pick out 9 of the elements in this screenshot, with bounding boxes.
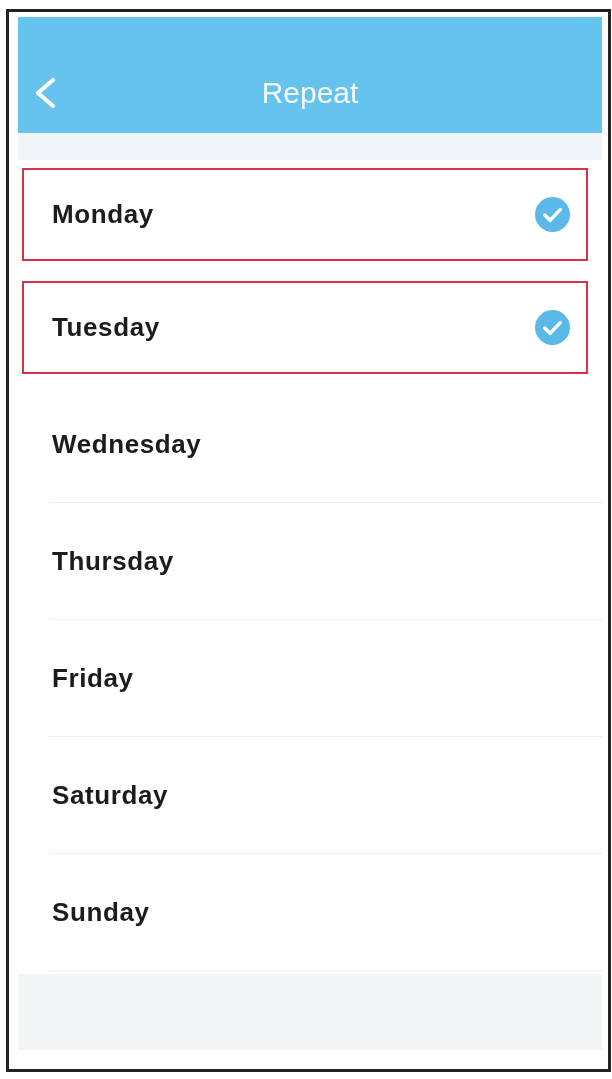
day-row[interactable]: Saturday	[49, 737, 602, 854]
day-row[interactable]: Tuesday	[22, 281, 588, 374]
screen-title: Repeat	[261, 76, 359, 110]
day-row[interactable]: Thursday	[49, 503, 602, 620]
back-icon[interactable]	[34, 78, 56, 108]
day-row[interactable]: Monday	[22, 168, 588, 261]
day-row[interactable]: Wednesday	[49, 386, 602, 503]
day-row[interactable]: Sunday	[49, 854, 602, 971]
day-row[interactable]: Friday	[49, 620, 602, 737]
